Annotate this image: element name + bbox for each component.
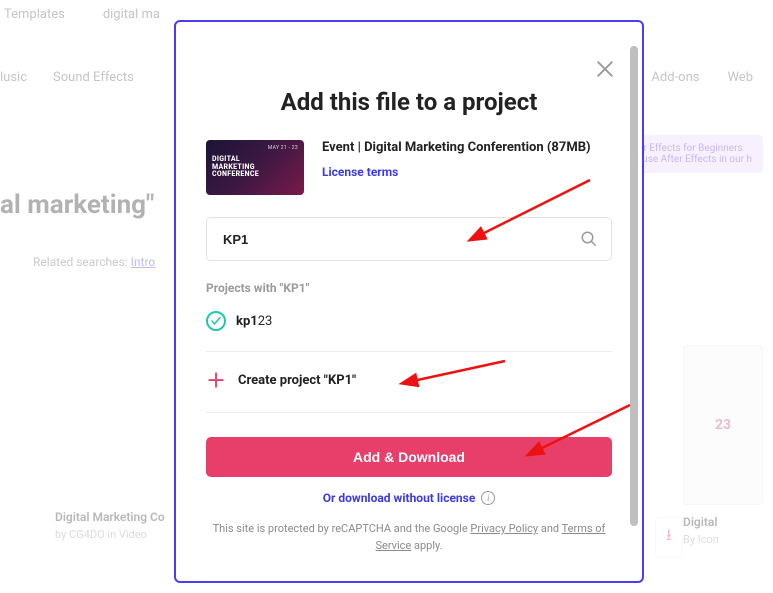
right-nav: Add-ons Web xyxy=(651,70,753,85)
file-meta: Event | Digital Marketing Conferention (… xyxy=(322,140,612,195)
license-terms-link[interactable]: License terms xyxy=(322,165,398,179)
add-download-button[interactable]: Add & Download xyxy=(206,437,612,477)
dialog-title: Add this file to a project xyxy=(206,88,612,116)
info-icon[interactable]: i xyxy=(481,491,495,505)
top-nav: Templates digital ma xyxy=(0,1,164,28)
related-link[interactable]: Intro xyxy=(131,255,156,269)
thumb-dates: MAY 21 - 23 xyxy=(268,146,298,152)
file-thumbnail: MAY 21 - 23 DIGITAL MARKETING CONFERENCE xyxy=(206,140,304,195)
projects-with-label: Projects with "KP1" xyxy=(206,281,612,295)
add-to-project-dialog: Add this file to a project MAY 21 - 23 D… xyxy=(174,20,644,583)
sub-nav: lusic Sound Effects xyxy=(0,70,134,85)
project-option[interactable]: kp123 xyxy=(206,307,612,347)
create-project-option[interactable]: Create project "KP1" xyxy=(206,366,612,408)
promo-line: o use After Effects in our h xyxy=(631,154,755,165)
nav-item[interactable]: Add-ons xyxy=(651,70,699,85)
nav-item[interactable]: digital ma xyxy=(99,1,164,28)
card-author: By Icon xyxy=(683,533,773,546)
close-icon xyxy=(594,58,616,80)
download-without-license-link[interactable]: Or download without license i xyxy=(206,491,612,505)
nav-item[interactable]: lusic xyxy=(0,70,27,85)
result-card[interactable]: 23 Digital By Icon xyxy=(683,345,773,546)
dialog-scrollbar[interactable] xyxy=(630,46,638,526)
nav-item[interactable]: Web xyxy=(727,70,753,85)
plus-icon xyxy=(206,370,226,390)
nav-item[interactable]: Sound Effects xyxy=(53,70,134,85)
promo-banner[interactable]: r Effects for Beginners o use After Effe… xyxy=(623,135,763,173)
related-label: Related searches: xyxy=(33,255,128,269)
project-search xyxy=(206,217,612,261)
alt-link-text: Or download without license xyxy=(323,491,476,505)
divider xyxy=(206,412,612,413)
nav-item[interactable]: Templates xyxy=(0,1,69,28)
card-title: Digital xyxy=(683,515,773,529)
related-searches: Related searches: Intro xyxy=(33,255,155,269)
file-info-row: MAY 21 - 23 DIGITAL MARKETING CONFERENCE… xyxy=(206,140,612,195)
create-project-label: Create project "KP1" xyxy=(238,373,356,388)
close-button[interactable] xyxy=(594,58,618,82)
search-icon[interactable] xyxy=(580,230,598,248)
project-name: kp123 xyxy=(236,314,272,329)
legal-text: and xyxy=(538,522,562,535)
project-search-input[interactable] xyxy=(206,217,612,261)
checkmark-icon xyxy=(206,311,226,331)
match-bold: kp1 xyxy=(236,314,258,329)
card-thumbnail: 23 xyxy=(683,345,763,505)
promo-line: r Effects for Beginners xyxy=(631,143,755,154)
legal-text: This site is protected by reCAPTCHA and … xyxy=(213,522,471,535)
search-heading: al marketing" xyxy=(0,190,154,220)
file-name: Event | Digital Marketing Conferention (… xyxy=(322,140,612,157)
thumb-text: CONFERENCE xyxy=(212,171,298,179)
divider xyxy=(206,351,612,352)
card-thumbnail xyxy=(55,345,185,500)
privacy-policy-link[interactable]: Privacy Policy xyxy=(470,522,538,535)
download-icon[interactable]: ⭳ xyxy=(655,517,683,558)
match-rest: 23 xyxy=(258,314,273,329)
recaptcha-legal: This site is protected by reCAPTCHA and … xyxy=(206,521,612,554)
legal-text: apply. xyxy=(411,539,442,552)
